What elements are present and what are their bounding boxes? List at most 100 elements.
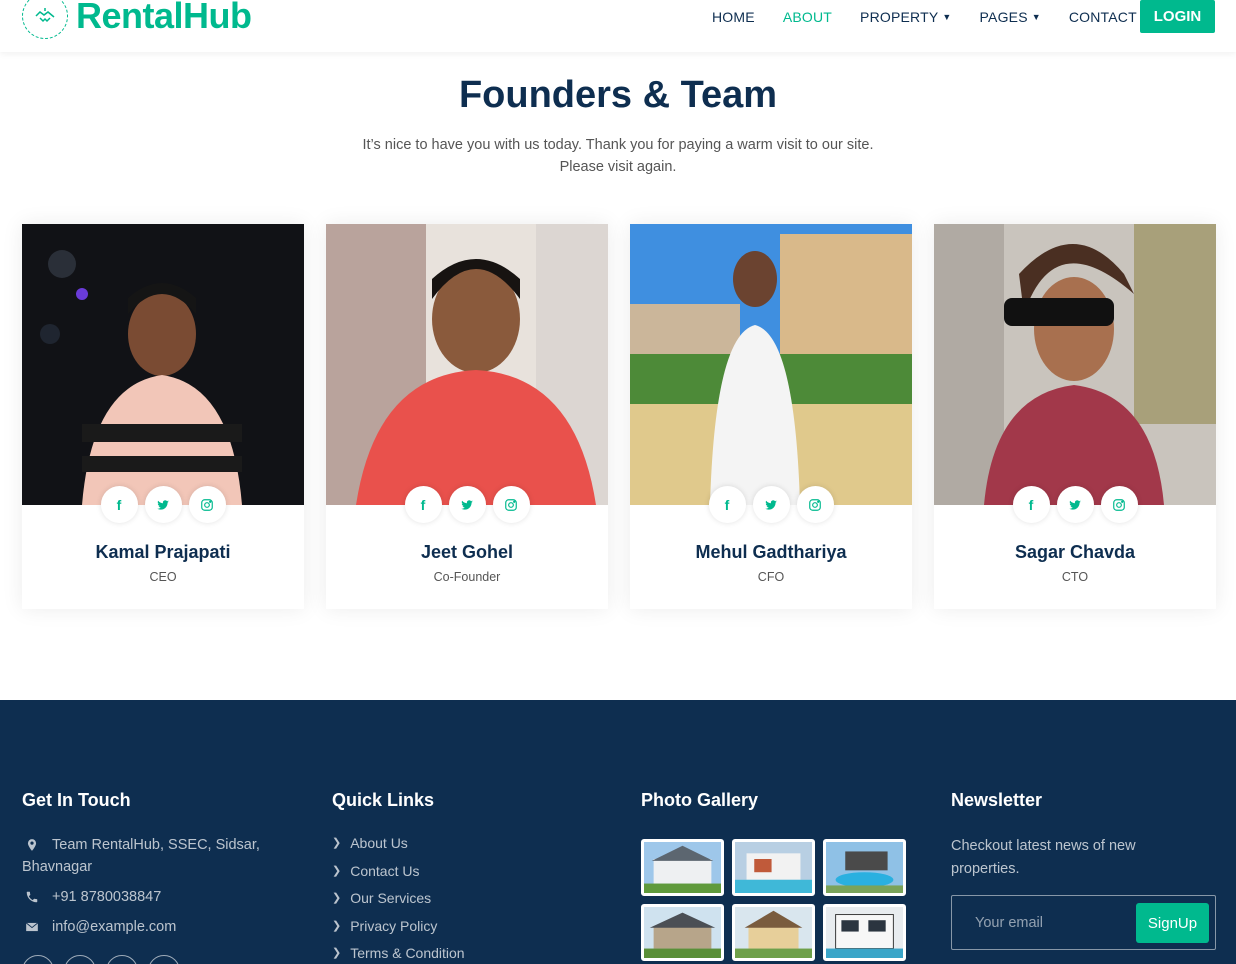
address-text: Team RentalHub, SSEC, Sidsar, — [52, 834, 260, 857]
facebook-icon[interactable]: f — [1012, 486, 1050, 523]
chevron-down-icon: ▼ — [942, 12, 952, 22]
subtitle-line: It’s nice to have you with us today. Tha… — [362, 137, 874, 153]
gallery-image[interactable] — [641, 839, 724, 896]
team-member-photo — [326, 224, 608, 505]
facebook-icon[interactable]: f — [708, 486, 746, 523]
team-member-photo — [22, 224, 304, 505]
navbar: RentalHub HOME ABOUT PROPERTY ▼ PAGES ▼ … — [0, 0, 1236, 52]
chevron-down-icon: ▼ — [1031, 12, 1041, 22]
team-grid: f Kamal Prajapati CEO f Jeet Gohel Co-Fo… — [22, 224, 1216, 609]
newsletter-text-line: properties. — [951, 861, 1020, 877]
footer-heading: Photo Gallery — [641, 790, 759, 810]
social-links: f — [22, 486, 304, 523]
phone-icon — [22, 886, 42, 904]
link-label: About Us — [350, 835, 408, 851]
contact-phone: +91 8780038847 — [22, 886, 282, 909]
main-nav: HOME ABOUT PROPERTY ▼ PAGES ▼ CONTACT — [712, 9, 1165, 25]
page-title: Founders & Team — [458, 74, 778, 116]
quick-link-contact[interactable]: ❯ Contact Us — [332, 858, 592, 886]
nav-contact[interactable]: CONTACT — [1069, 9, 1137, 25]
chevron-right-icon: ❯ — [332, 919, 342, 932]
newsletter-text: Checkout latest news of new properties. — [951, 835, 1216, 881]
link-label: Our Services — [350, 890, 432, 907]
nav-pages-label: PAGES — [979, 9, 1028, 25]
contact-email: info@example.com — [22, 916, 282, 939]
twitter-icon[interactable] — [448, 486, 486, 523]
page-subtitle: It’s nice to have you with us today. Tha… — [318, 134, 918, 178]
address-line: Team RentalHub, SSEC, Sidsar, — [52, 837, 260, 853]
nav-home[interactable]: HOME — [712, 9, 755, 25]
email-text[interactable]: info@example.com — [52, 916, 176, 939]
team-member-photo — [630, 224, 912, 505]
brand-name: RentalHub — [76, 0, 252, 36]
instagram-icon[interactable] — [188, 486, 226, 523]
member-name: Jeet Gohel — [420, 542, 514, 562]
gallery-image[interactable] — [823, 839, 906, 896]
footer-heading: Newsletter — [951, 790, 1043, 810]
chevron-right-icon: ❯ — [332, 864, 342, 877]
twitter-icon[interactable] — [1056, 486, 1094, 523]
footer-quick-links: Quick Links ❯ About Us ❯ Contact Us ❯ Our S… — [332, 790, 592, 964]
twitter-icon[interactable] — [752, 486, 790, 523]
gallery-image[interactable] — [732, 839, 815, 896]
member-role: Co-Founder — [433, 570, 501, 584]
contact-address: Team RentalHub, SSEC, Sidsar, — [22, 834, 282, 857]
twitter-icon[interactable] — [144, 486, 182, 523]
gallery-image[interactable] — [823, 904, 906, 961]
quick-links-list: ❯ About Us ❯ Contact Us ❯ Our Services ❯ Pri… — [332, 830, 592, 964]
facebook-icon[interactable]: f — [100, 486, 138, 523]
facebook-icon[interactable] — [64, 955, 96, 964]
chevron-right-icon: ❯ — [332, 892, 342, 905]
map-pin-icon — [22, 834, 42, 852]
subtitle-line: Please visit again. — [559, 159, 677, 175]
member-name: Kamal Prajapati — [95, 542, 231, 562]
quick-link-terms[interactable]: ❯ Terms & Condition — [332, 940, 592, 964]
quick-link-about[interactable]: ❯ About Us — [332, 830, 592, 858]
member-role: CFO — [757, 570, 785, 584]
footer-newsletter: Newsletter Checkout latest news of new p… — [951, 790, 1216, 964]
nav-about[interactable]: ABOUT — [783, 9, 832, 25]
twitter-icon[interactable] — [22, 955, 54, 964]
instagram-icon[interactable] — [492, 486, 530, 523]
linkedin-icon[interactable] — [148, 955, 180, 964]
footer-gallery: Photo Gallery — [641, 790, 921, 961]
gallery-image[interactable] — [641, 904, 724, 961]
envelope-icon — [22, 916, 42, 934]
team-card: f Kamal Prajapati CEO — [22, 224, 304, 609]
social-links: f — [326, 486, 608, 523]
newsletter-form: SignUp — [951, 895, 1216, 950]
social-links: f — [630, 486, 912, 523]
phone-text[interactable]: +91 8780038847 — [52, 886, 161, 909]
instagram-icon[interactable] — [1100, 486, 1138, 523]
quick-link-services[interactable]: ❯ Our Services — [332, 885, 592, 913]
email-input[interactable] — [952, 896, 1132, 949]
signup-button[interactable]: SignUp — [1136, 903, 1209, 943]
social-links: f — [934, 486, 1216, 523]
member-name: Sagar Chavda — [1014, 542, 1136, 562]
handshake-logo-icon — [22, 0, 68, 39]
youtube-icon[interactable] — [106, 955, 138, 964]
footer-heading: Get In Touch — [22, 790, 131, 810]
newsletter-text-line: Checkout latest news of new — [951, 838, 1136, 854]
chevron-right-icon: ❯ — [332, 947, 342, 960]
nav-pages[interactable]: PAGES ▼ — [980, 9, 1041, 25]
link-label: Terms & Condition — [350, 945, 465, 962]
member-role: CTO — [1061, 570, 1089, 584]
nav-property[interactable]: PROPERTY ▼ — [860, 9, 951, 25]
chevron-right-icon: ❯ — [332, 837, 342, 849]
facebook-icon[interactable]: f — [404, 486, 442, 523]
member-name: Mehul Gadthariya — [695, 542, 847, 562]
instagram-icon[interactable] — [796, 486, 834, 523]
quick-link-privacy[interactable]: ❯ Privacy Policy — [332, 913, 592, 941]
team-card: f Sagar Chavda CTO — [934, 224, 1216, 609]
footer-contact: Get In Touch Team RentalHub, SSEC, Sidsa… — [22, 790, 282, 939]
member-role: CEO — [149, 570, 177, 584]
login-button[interactable]: LOGIN — [1140, 0, 1215, 33]
brand[interactable]: RentalHub — [22, 0, 252, 39]
photo-gallery — [641, 839, 921, 961]
team-member-photo — [934, 224, 1216, 505]
team-card: f Jeet Gohel Co-Founder — [326, 224, 608, 609]
link-label: Privacy Policy — [350, 917, 438, 934]
footer-social-links — [22, 955, 180, 964]
gallery-image[interactable] — [732, 904, 815, 961]
